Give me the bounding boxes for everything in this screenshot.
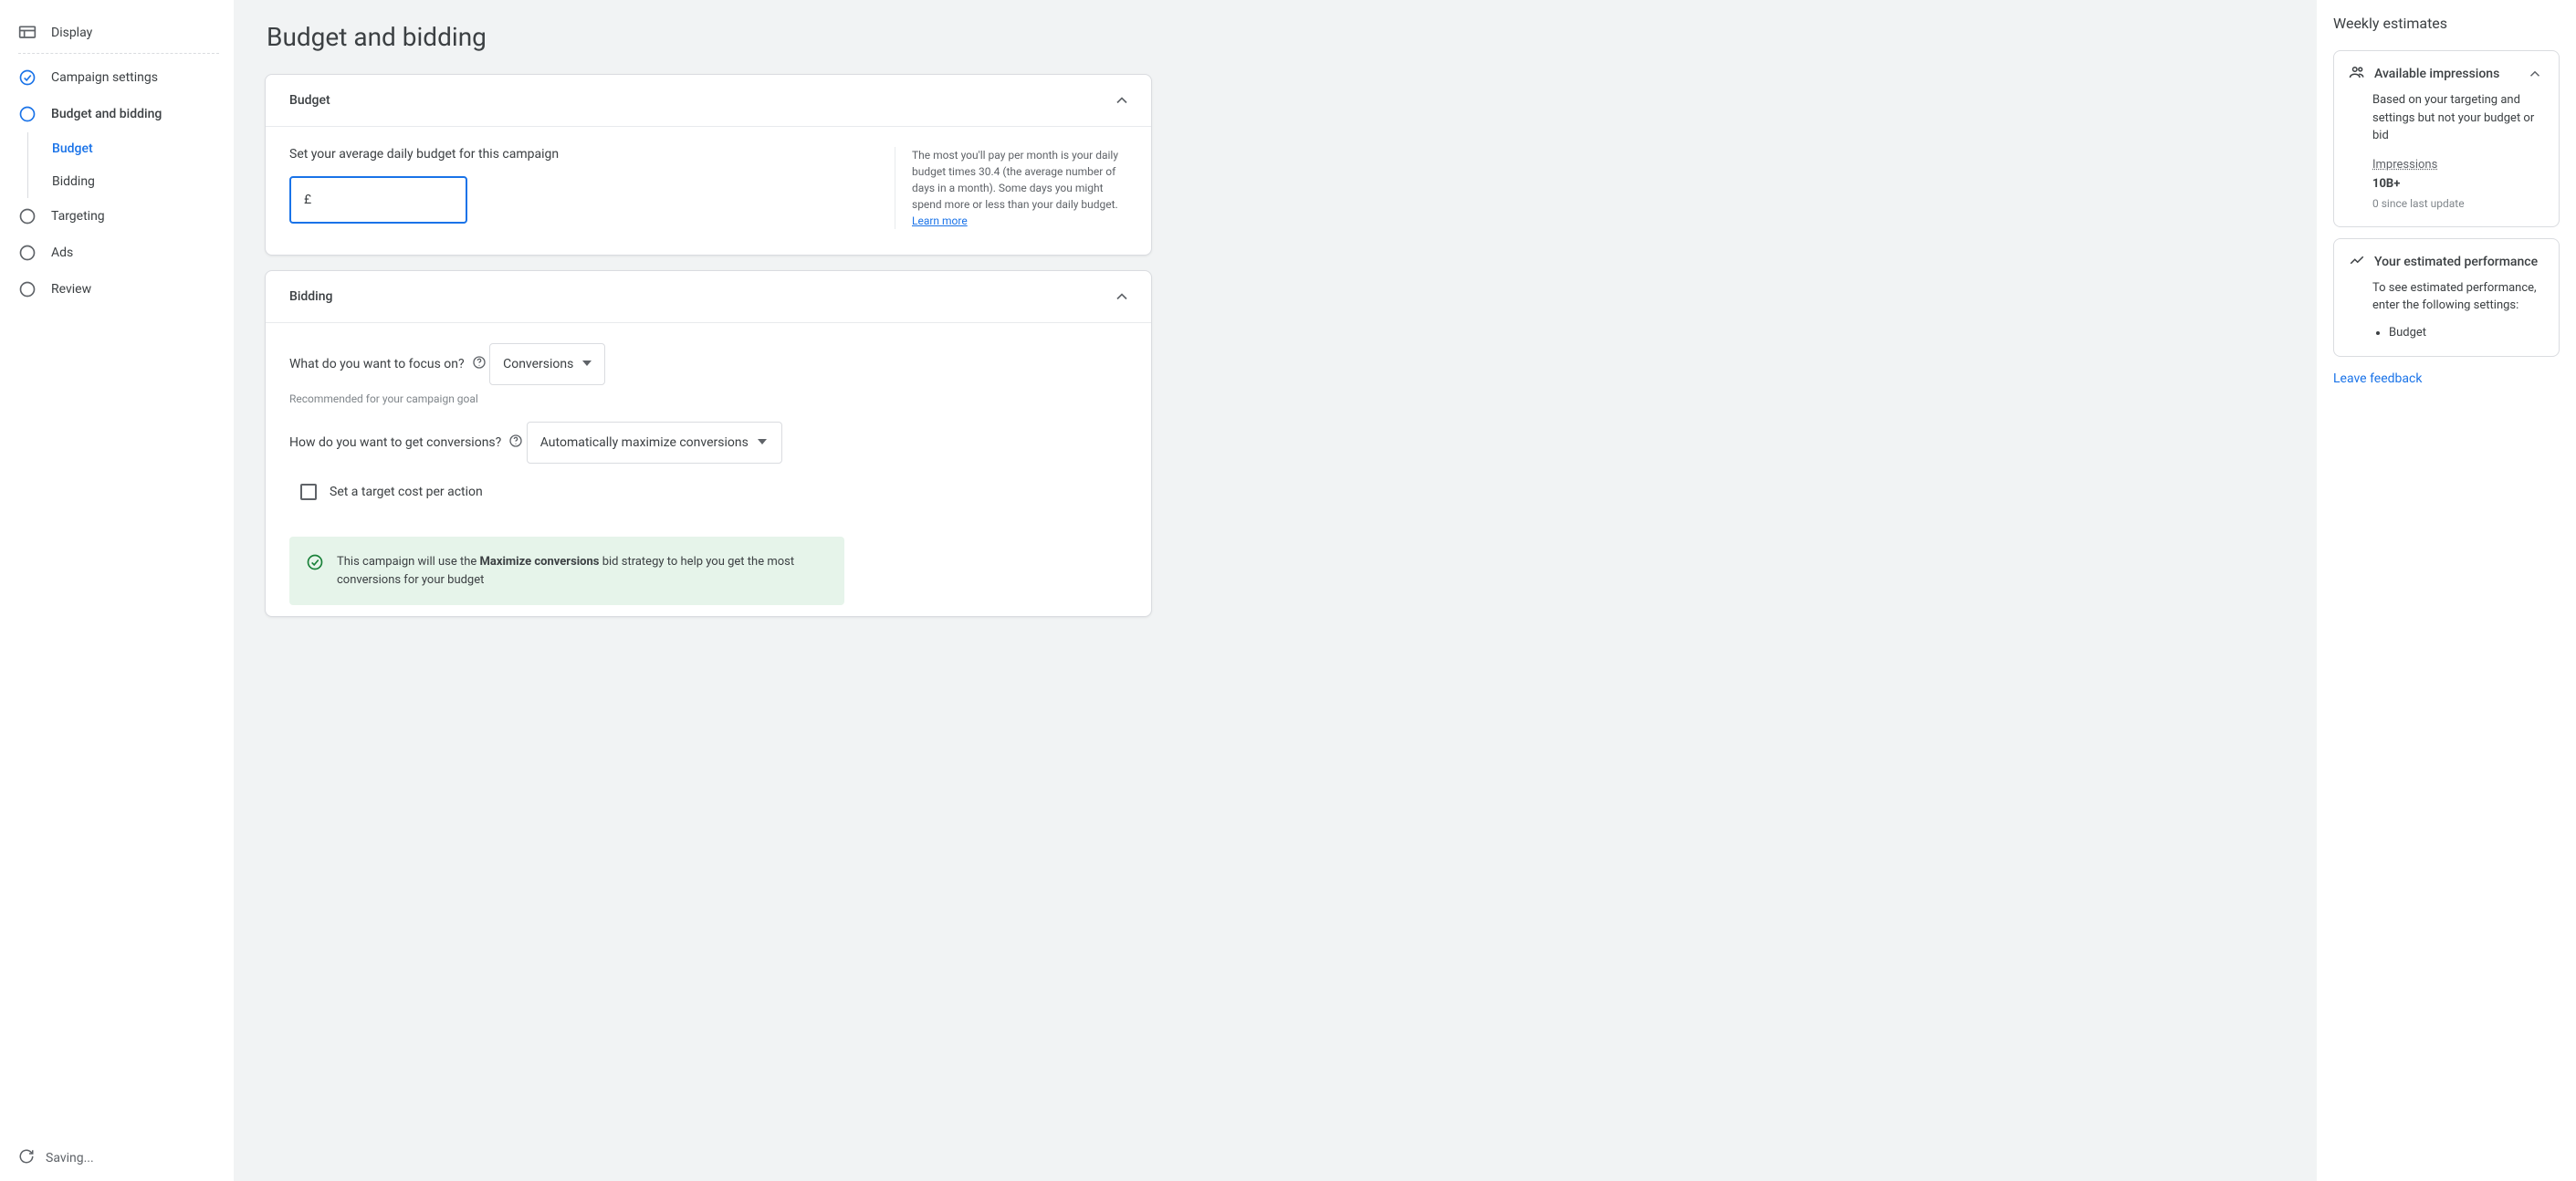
- bidding-card-header[interactable]: Bidding: [266, 271, 1151, 323]
- radio-current-icon: [18, 105, 37, 123]
- sidebar-divider: [18, 53, 219, 54]
- check-circle-icon: [306, 553, 324, 589]
- strategy-banner-text: This campaign will use the Maximize conv…: [337, 553, 828, 589]
- sidebar-step-label: Review: [51, 282, 91, 297]
- budget-info-text: The most you'll pay per month is your da…: [912, 149, 1118, 211]
- estimated-performance-header: Your estimated performance: [2374, 255, 2538, 269]
- budget-input-wrapper[interactable]: £: [289, 176, 467, 224]
- sidebar-campaign-type-label: Display: [51, 26, 92, 40]
- sidebar-step-label: Ads: [51, 246, 73, 260]
- sidebar-step-campaign-settings[interactable]: Campaign settings: [0, 59, 234, 96]
- impressions-metric-label: Impressions: [2372, 156, 2544, 174]
- chevron-up-icon: [1113, 287, 1131, 306]
- trend-icon: [2349, 252, 2365, 272]
- sidebar-step-label: Targeting: [51, 209, 105, 224]
- leave-feedback-link[interactable]: Leave feedback: [2333, 368, 2560, 390]
- bidding-card-title: Bidding: [289, 289, 332, 304]
- caret-down-icon: [758, 435, 767, 450]
- sidebar-step-targeting[interactable]: Targeting: [0, 198, 234, 235]
- currency-symbol: £: [304, 193, 311, 207]
- budget-field-label: Set your average daily budget for this c…: [289, 147, 876, 162]
- sidebar-substeps: Budget Bidding: [27, 132, 234, 198]
- target-cpa-checkbox-row[interactable]: Set a target cost per action: [289, 475, 1127, 506]
- available-impressions-header: Available impressions: [2374, 67, 2499, 81]
- sidebar-step-label: Campaign settings: [51, 70, 158, 85]
- help-icon[interactable]: [508, 434, 523, 452]
- budget-card: Budget Set your average daily budget for…: [265, 74, 1152, 256]
- help-icon[interactable]: [472, 355, 487, 373]
- how-select-value: Automatically maximize conversions: [540, 435, 749, 450]
- impressions-metric-sub: 0 since last update: [2372, 195, 2544, 212]
- sidebar-step-ads[interactable]: Ads: [0, 235, 234, 271]
- check-circle-icon: [18, 68, 37, 87]
- chevron-up-icon: [1113, 91, 1131, 110]
- strategy-info-banner: This campaign will use the Maximize conv…: [289, 537, 844, 605]
- sidebar-campaign-type: Display: [0, 15, 234, 51]
- estimated-performance-card: Your estimated performance To see estima…: [2333, 238, 2560, 358]
- sidebar-substep-bidding[interactable]: Bidding: [28, 165, 234, 198]
- impressions-metric-value: 10B+: [2372, 175, 2544, 193]
- estimated-performance-desc: To see estimated performance, enter the …: [2372, 279, 2544, 315]
- budget-card-title: Budget: [289, 93, 330, 108]
- right-panel-title: Weekly estimates: [2333, 15, 2560, 32]
- budget-input[interactable]: [320, 193, 453, 207]
- focus-select[interactable]: Conversions: [489, 343, 605, 385]
- radio-unchecked-icon: [18, 280, 37, 298]
- right-panel: Weekly estimates Available impressions B…: [2317, 0, 2576, 1181]
- sidebar-step-budget-and-bidding[interactable]: Budget and bidding: [0, 96, 234, 132]
- sidebar-substep-budget[interactable]: Budget: [28, 132, 234, 165]
- bidding-card: Bidding What do you want to focus on? Co…: [265, 270, 1152, 617]
- page-title: Budget and bidding: [265, 7, 1152, 74]
- available-impressions-card: Available impressions Based on your targ…: [2333, 50, 2560, 227]
- left-sidebar: Display Campaign settings Budget and bid…: [0, 0, 234, 1181]
- saving-indicator: Saving...: [0, 1135, 234, 1181]
- caret-down-icon: [582, 357, 592, 371]
- sidebar-step-label: Budget and bidding: [51, 107, 162, 121]
- radio-unchecked-icon: [18, 244, 37, 262]
- main-content: Budget and bidding Budget Set your avera…: [234, 0, 2317, 1181]
- sidebar-step-review[interactable]: Review: [0, 271, 234, 308]
- focus-label: What do you want to focus on?: [289, 357, 465, 371]
- missing-setting-item: Budget: [2389, 324, 2544, 342]
- focus-select-value: Conversions: [503, 357, 573, 371]
- budget-info-panel: The most you'll pay per month is your da…: [895, 147, 1127, 229]
- available-impressions-desc: Based on your targeting and settings but…: [2372, 91, 2544, 145]
- budget-learn-more-link[interactable]: Learn more: [912, 214, 968, 227]
- display-icon: [18, 24, 37, 42]
- radio-unchecked-icon: [18, 207, 37, 225]
- chevron-up-icon[interactable]: [2526, 65, 2544, 83]
- budget-card-header[interactable]: Budget: [266, 75, 1151, 127]
- saving-label: Saving...: [46, 1151, 94, 1165]
- sync-icon: [18, 1148, 35, 1168]
- how-label: How do you want to get conversions?: [289, 435, 501, 450]
- people-icon: [2349, 64, 2365, 84]
- how-select[interactable]: Automatically maximize conversions: [527, 422, 782, 464]
- target-cpa-label: Set a target cost per action: [330, 485, 483, 499]
- checkbox-unchecked-icon[interactable]: [300, 484, 317, 500]
- focus-helper-text: Recommended for your campaign goal: [289, 392, 1127, 405]
